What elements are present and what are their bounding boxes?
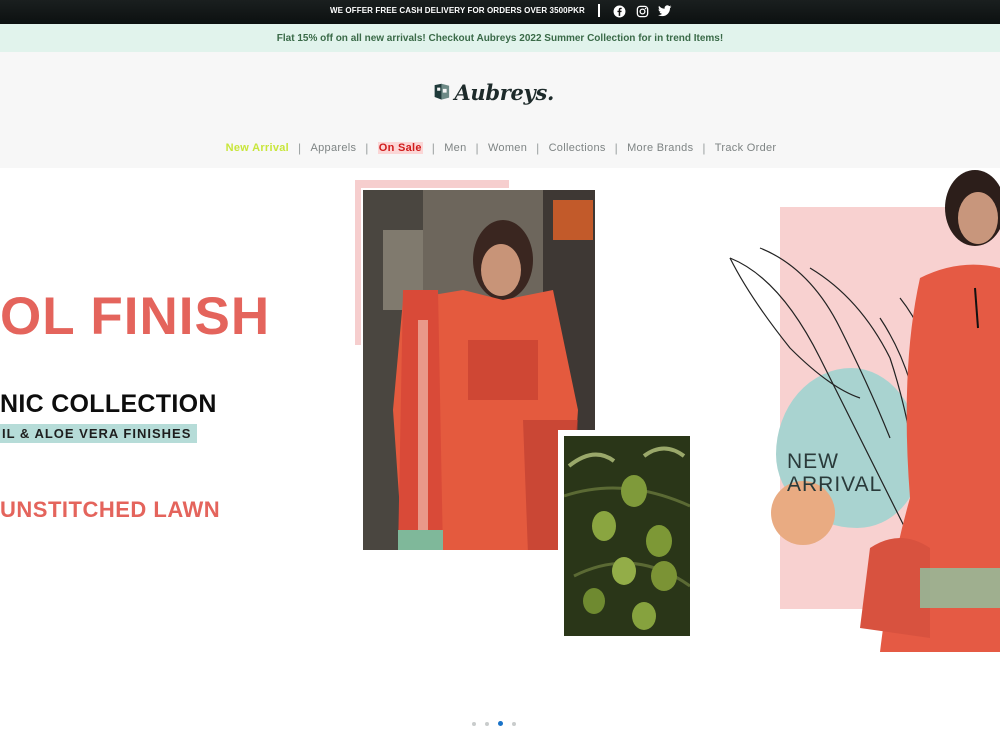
top-announcement-bar: WE OFFER FREE CASH DELIVERY FOR ORDERS O… [0, 0, 1000, 24]
nav-item-women[interactable]: Women [488, 142, 527, 154]
carousel-indicators [472, 721, 516, 726]
twitter-icon[interactable] [658, 4, 672, 18]
model-photo-right [860, 168, 1000, 652]
facebook-icon[interactable] [612, 4, 626, 18]
nav-item-collections[interactable]: Collections [549, 142, 606, 154]
main-navigation: New Arrival | Apparels | On Sale | Men |… [0, 140, 1000, 156]
aubreys-logo[interactable]: Aubreys. [434, 74, 554, 110]
nav-item-new-arrival[interactable]: New Arrival [226, 142, 289, 154]
carousel-dot-3-active[interactable] [498, 721, 503, 726]
hero-tagline: IL & ALOE VERA FINISHES [0, 424, 197, 443]
hero-headline: OL FINISH [0, 287, 271, 346]
hero-product-line: UNSTITCHED LAWN [0, 497, 221, 522]
nav-divider: | [702, 141, 706, 155]
topbar-divider [598, 4, 600, 17]
nav-divider: | [536, 141, 540, 155]
nav-item-more-brands[interactable]: More Brands [627, 142, 693, 154]
logo-text: Aubreys. [454, 79, 554, 105]
hero-subheadline: NIC COLLECTION [0, 390, 217, 418]
carousel-dot-4[interactable] [512, 721, 516, 726]
promo-message: Flat 15% off on all new arrivals! Checko… [276, 33, 724, 44]
nav-item-track-order[interactable]: Track Order [715, 142, 777, 154]
nav-divider: | [614, 141, 619, 155]
nav-divider: | [431, 141, 436, 155]
nav-item-men[interactable]: Men [444, 142, 466, 154]
nav-divider: | [365, 141, 369, 155]
site-header: Aubreys. New Arrival | Apparels | On Sal… [0, 52, 1000, 168]
promo-strip: Flat 15% off on all new arrivals! Checko… [0, 24, 1000, 52]
nav-item-on-sale[interactable]: On Sale [377, 142, 423, 154]
hero-banner[interactable]: OL FINISH NIC COLLECTION IL & ALOE VERA … [0, 168, 1000, 750]
delivery-notice: WE OFFER FREE CASH DELIVERY FOR ORDERS O… [330, 6, 585, 15]
olive-photo [558, 430, 690, 636]
instagram-icon[interactable] [635, 4, 649, 18]
carousel-dot-1[interactable] [472, 721, 476, 726]
carousel-dot-2[interactable] [485, 721, 489, 726]
logo-mark-icon [434, 83, 450, 100]
nav-divider: | [298, 141, 302, 155]
nav-divider: | [475, 141, 479, 155]
nav-item-apparels[interactable]: Apparels [310, 142, 356, 154]
